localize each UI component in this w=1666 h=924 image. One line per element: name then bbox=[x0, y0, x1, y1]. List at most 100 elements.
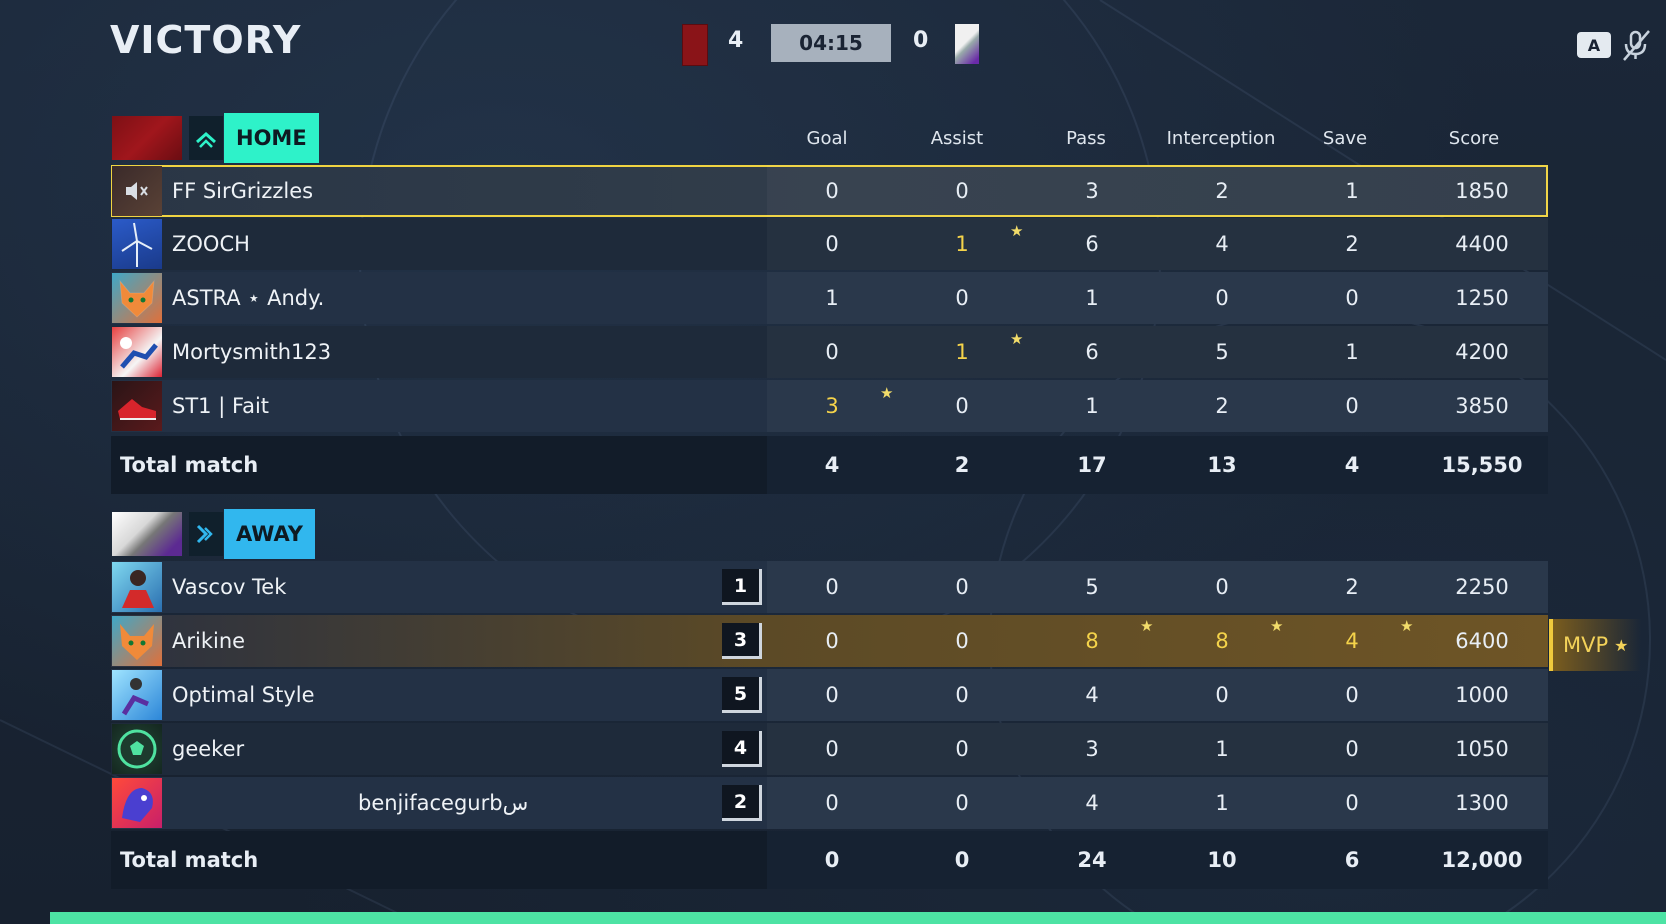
player-row-home-3[interactable]: ASTRA ⋆ Andy. 1 0 1 0 0 1250 bbox=[111, 272, 1548, 324]
stat-goal: 0 bbox=[825, 791, 839, 815]
player-name: Arikine bbox=[172, 629, 246, 653]
stat-save: 0 bbox=[1345, 737, 1359, 761]
stat-score: 3850 bbox=[1455, 394, 1509, 418]
stat-pass: 1 bbox=[1085, 394, 1099, 418]
player-row-away-5[interactable]: benjifacegurbس 2 0 0 4 1 0 1300 bbox=[111, 777, 1548, 829]
home-total-row: Total match 4 2 17 13 4 15,550 bbox=[111, 436, 1548, 494]
a-key-hint[interactable]: A bbox=[1577, 32, 1611, 58]
wind-turbine-icon bbox=[121, 222, 153, 267]
match-timer: 04:15 bbox=[771, 24, 891, 62]
player-kick-icon bbox=[121, 678, 149, 716]
stat-goal: 0 bbox=[825, 340, 839, 364]
stat-save: 0 bbox=[1345, 394, 1359, 418]
avatar bbox=[112, 724, 162, 774]
stat-interception: 1 bbox=[1215, 791, 1229, 815]
avatar bbox=[112, 778, 162, 828]
total-assist: 2 bbox=[954, 453, 970, 477]
fox-icon bbox=[119, 279, 155, 318]
total-pass: 24 bbox=[1077, 848, 1107, 872]
away-chevron-icon bbox=[189, 512, 223, 556]
stat-goal: 3 bbox=[825, 394, 839, 418]
rank-badge: 1 bbox=[722, 569, 762, 605]
total-label: Total match bbox=[120, 848, 259, 872]
player-row-away-4[interactable]: geeker 4 0 0 3 1 0 1050 bbox=[111, 723, 1548, 775]
rank-badge: 5 bbox=[722, 677, 762, 713]
avatar bbox=[112, 381, 162, 431]
stat-goal: 1 bbox=[825, 286, 839, 310]
player-row-home-5[interactable]: ST1 | Fait 3 ★ 0 1 2 0 3850 bbox=[111, 380, 1548, 432]
home-team-label: HOME bbox=[224, 113, 319, 163]
player-name: benjifacegurbس bbox=[358, 791, 529, 815]
player-name: ST1 | Fait bbox=[172, 394, 270, 418]
avatar bbox=[112, 166, 162, 216]
avatar bbox=[112, 562, 162, 612]
stat-goal: 0 bbox=[825, 629, 839, 653]
column-interception: Interception bbox=[1166, 128, 1276, 149]
away-team-banner bbox=[112, 512, 182, 556]
rank-badge: 2 bbox=[722, 785, 762, 821]
total-goal: 4 bbox=[824, 453, 840, 477]
player-row-away-3[interactable]: Optimal Style 5 0 0 4 0 0 1000 bbox=[111, 669, 1548, 721]
total-score: 15,550 bbox=[1441, 453, 1523, 477]
football-boot-icon bbox=[118, 399, 156, 420]
away-score: 0 bbox=[913, 28, 929, 53]
away-total-row: Total match 0 0 24 10 6 12,000 bbox=[111, 831, 1548, 889]
avatar bbox=[112, 670, 162, 720]
home-team-color bbox=[682, 24, 708, 66]
player-row-away-2[interactable]: Arikine 3 0 0 8 ★ 8 ★ 4 ★ 6400 bbox=[111, 615, 1548, 667]
star-icon: ★ bbox=[1140, 617, 1154, 635]
stat-score: 4400 bbox=[1455, 232, 1509, 256]
stat-goal: 0 bbox=[825, 232, 839, 256]
star-icon: ★ bbox=[1270, 617, 1284, 635]
away-team-label: AWAY bbox=[224, 509, 315, 559]
player-row-home-1[interactable]: FF SirGrizzles 0 0 3 2 1 1850 bbox=[111, 165, 1548, 217]
column-pass: Pass bbox=[1066, 128, 1106, 149]
column-save: Save bbox=[1322, 128, 1368, 149]
stat-interception: 8 bbox=[1215, 629, 1229, 653]
player-name: Mortysmith123 bbox=[172, 340, 332, 364]
stat-assist: 0 bbox=[955, 683, 969, 707]
stat-pass: 5 bbox=[1085, 575, 1099, 599]
stat-assist: 0 bbox=[955, 394, 969, 418]
stat-save: 1 bbox=[1345, 340, 1359, 364]
stat-interception: 4 bbox=[1215, 232, 1229, 256]
star-icon: ★ bbox=[1614, 635, 1629, 655]
stat-save: 1 bbox=[1345, 179, 1359, 203]
goalkeeper-icon bbox=[122, 570, 154, 608]
stat-assist: 0 bbox=[955, 629, 969, 653]
column-goal: Goal bbox=[806, 128, 848, 149]
stat-pass: 4 bbox=[1085, 683, 1099, 707]
player-row-home-4[interactable]: Mortysmith123 0 1 ★ 6 5 1 4200 bbox=[111, 326, 1548, 378]
stat-pass: 3 bbox=[1085, 737, 1099, 761]
stat-pass: 3 bbox=[1085, 179, 1099, 203]
stat-assist: 1 bbox=[955, 232, 969, 256]
away-team-color bbox=[955, 24, 979, 64]
rank-badge: 4 bbox=[722, 731, 762, 767]
creature-icon bbox=[122, 788, 153, 822]
stat-goal: 0 bbox=[825, 683, 839, 707]
stat-interception: 0 bbox=[1215, 575, 1229, 599]
stat-save: 2 bbox=[1345, 232, 1359, 256]
player-kick-icon bbox=[120, 337, 158, 369]
stat-pass: 8 bbox=[1085, 629, 1099, 653]
stat-interception: 2 bbox=[1215, 394, 1229, 418]
stat-save: 4 bbox=[1345, 629, 1359, 653]
player-name: FF SirGrizzles bbox=[172, 179, 314, 203]
stat-interception: 5 bbox=[1215, 340, 1229, 364]
stat-score: 4200 bbox=[1455, 340, 1509, 364]
player-row-home-2[interactable]: ZOOCH 0 1 ★ 6 4 2 4400 bbox=[111, 218, 1548, 270]
stat-score: 1050 bbox=[1455, 737, 1509, 761]
stat-score: 1850 bbox=[1455, 179, 1509, 203]
stat-score: 2250 bbox=[1455, 575, 1509, 599]
home-score: 4 bbox=[728, 28, 744, 53]
player-row-away-1[interactable]: Vascov Tek 1 0 0 5 0 2 2250 bbox=[111, 561, 1548, 613]
player-name: ZOOCH bbox=[172, 232, 250, 256]
mic-muted-icon[interactable] bbox=[1620, 28, 1652, 62]
stat-interception: 0 bbox=[1215, 683, 1229, 707]
stat-assist: 0 bbox=[955, 286, 969, 310]
stat-pass: 6 bbox=[1085, 232, 1099, 256]
stat-assist: 0 bbox=[955, 737, 969, 761]
total-pass: 17 bbox=[1077, 453, 1107, 477]
stat-goal: 0 bbox=[825, 575, 839, 599]
mvp-badge: MVP ★ bbox=[1549, 619, 1641, 671]
